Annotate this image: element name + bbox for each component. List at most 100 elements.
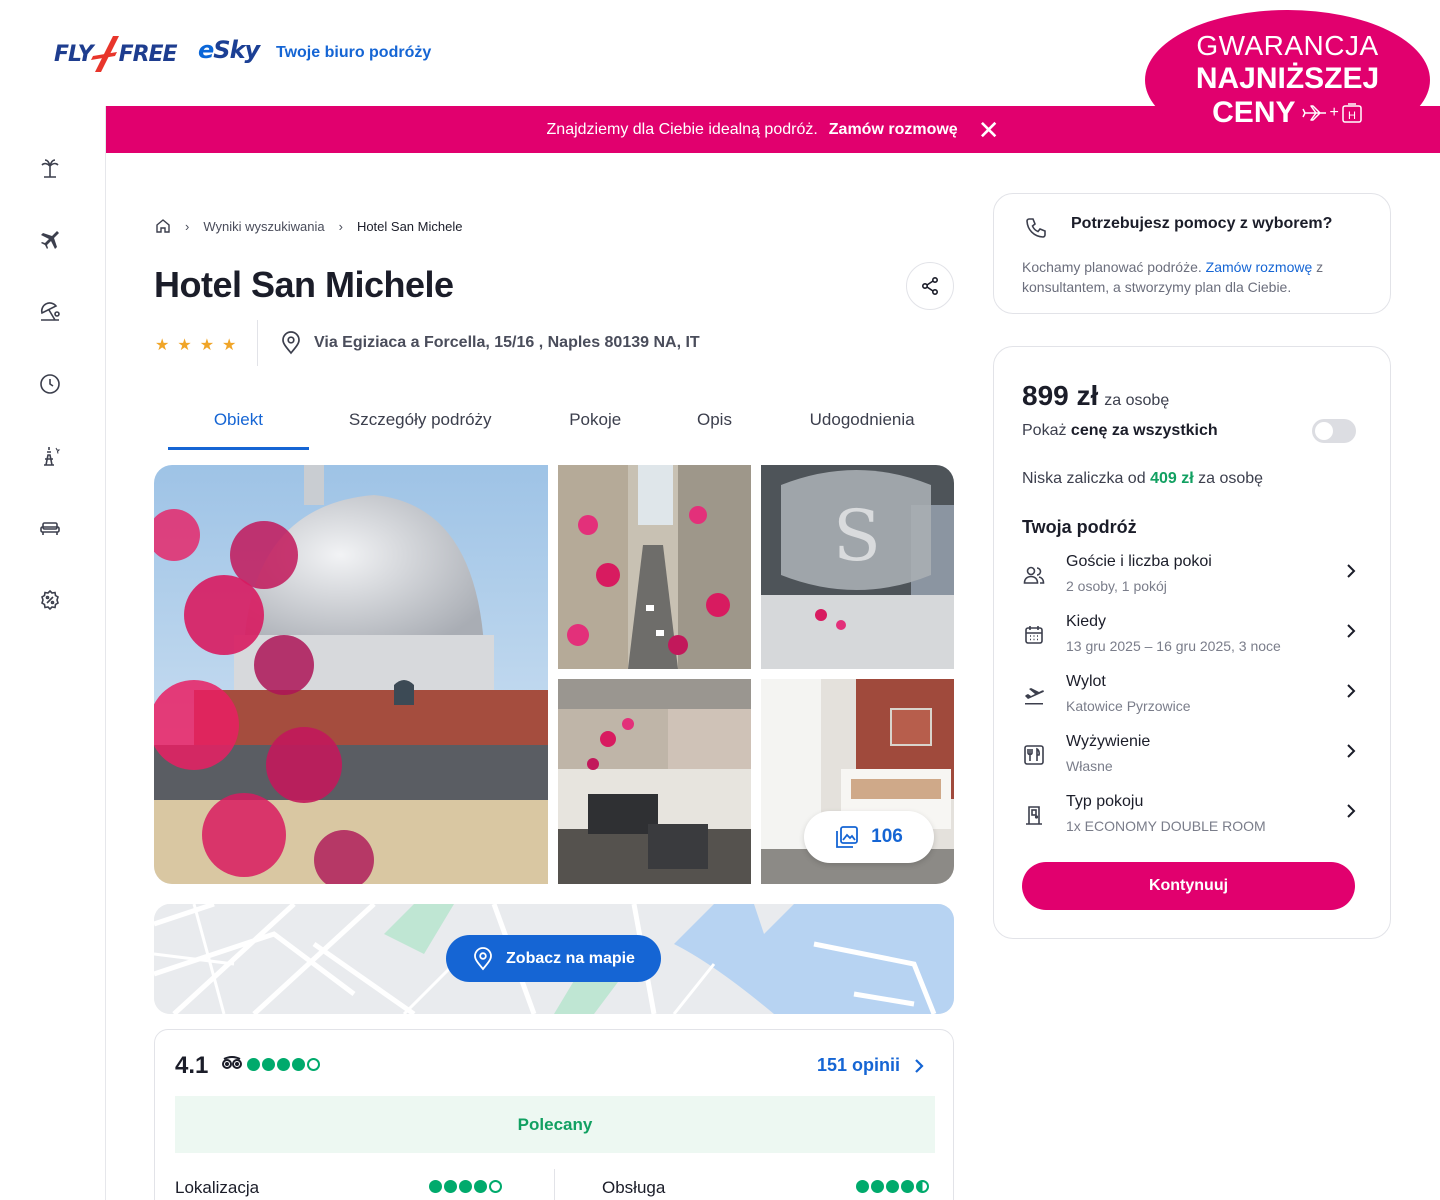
breadcrumb-separator: › — [185, 218, 190, 234]
rating-bubble — [474, 1180, 487, 1193]
deposit-suffix: za osobę — [1198, 470, 1264, 487]
trip-row-label: Goście i liczba pokoi — [1066, 553, 1212, 570]
rating-bubble — [444, 1180, 457, 1193]
hotel-photo-street[interactable] — [558, 465, 751, 669]
star-icon: ★ — [177, 337, 192, 354]
tripadvisor-icon — [222, 1056, 242, 1069]
eiffel-tower-icon[interactable] — [38, 444, 62, 468]
rating-bubble — [459, 1180, 472, 1193]
price-for-all-toggle[interactable] — [1312, 419, 1356, 443]
rating-bubble — [292, 1058, 305, 1071]
guarantee-line-2: NAJNIŻSZEJ — [1195, 62, 1380, 95]
deposit-prefix: Niska zaliczka od — [1022, 470, 1146, 487]
chevron-right-icon — [1347, 624, 1356, 638]
banner-text: Znajdziemy dla Ciebie idealną podróż. — [546, 120, 818, 138]
hotel-photo-main[interactable] — [154, 465, 548, 884]
guests-icon — [1022, 563, 1046, 587]
recommended-badge: Polecany — [175, 1096, 935, 1153]
esky-logo-rest: Sky — [213, 36, 260, 64]
hotel-photo-terrace-logo[interactable]: S — [761, 465, 954, 669]
breadcrumb-separator: › — [338, 218, 343, 234]
palm-tree-icon[interactable] — [38, 156, 62, 180]
svg-text:S: S — [833, 495, 881, 577]
plane-icon[interactable] — [38, 228, 62, 252]
continue-button[interactable]: Kontynuuj — [1022, 862, 1355, 910]
hotel-outline-icon: H — [1342, 103, 1362, 123]
banner-order-call-link[interactable]: Zamów rozmowę — [829, 121, 958, 139]
trip-row-dates[interactable]: Kiedy 13 gru 2025 – 16 gru 2025, 3 noce — [1022, 613, 1362, 663]
sofa-icon[interactable] — [38, 516, 62, 540]
rating-bubble — [247, 1058, 260, 1071]
help-title: Potrzebujesz pomocy z wyborem? — [1071, 215, 1333, 232]
flyfree-logo[interactable]: FLY FREE — [54, 34, 178, 74]
trip-row-room-type[interactable]: Typ pokoju 1x ECONOMY DOUBLE ROOM — [1022, 793, 1362, 843]
page-title: Hotel San Michele — [154, 264, 454, 305]
trip-row-label: Typ pokoju — [1066, 793, 1144, 810]
chevron-right-icon — [1347, 564, 1356, 578]
trip-row-label: Wylot — [1066, 673, 1106, 690]
trip-row-departure[interactable]: Wylot Katowice Pyrzowice — [1022, 673, 1362, 723]
rating-bubble — [277, 1058, 290, 1071]
rating-bubble — [489, 1180, 502, 1193]
tab-pokoje[interactable]: Pokoje — [532, 390, 659, 450]
rating-bubble — [429, 1180, 442, 1193]
reviews-count-link[interactable]: 151 opinii — [817, 1055, 924, 1076]
rating-bubbles — [247, 1058, 320, 1071]
reviews-count: 151 opinii — [817, 1055, 901, 1075]
map-preview[interactable]: Zobacz na mapie — [154, 904, 954, 1014]
trip-row-value: 1x ECONOMY DOUBLE ROOM — [1066, 818, 1266, 834]
rating-bubble — [262, 1058, 275, 1071]
hotel-address: Via Egiziaca a Forcella, 15/16 , Naples … — [280, 331, 700, 355]
clock-icon[interactable] — [38, 372, 62, 396]
help-order-call-link[interactable]: Zamów rozmowę — [1206, 259, 1313, 275]
home-icon[interactable] — [155, 218, 171, 234]
breadcrumb-item-results[interactable]: Wyniki wyszukiwania — [203, 219, 324, 234]
help-card: Potrzebujesz pomocy z wyborem? Kochamy p… — [993, 193, 1391, 314]
breadcrumb: › Wyniki wyszukiwania › Hotel San Michel… — [155, 218, 462, 234]
flyfree-logo-mark-icon — [90, 36, 119, 72]
breadcrumb-item-current: Hotel San Michele — [356, 218, 463, 234]
rating-bubble — [916, 1180, 929, 1193]
share-icon — [921, 276, 939, 296]
discount-icon[interactable] — [38, 588, 62, 612]
calendar-icon — [1022, 623, 1046, 647]
banner-close-icon[interactable]: ✕ — [978, 117, 1000, 143]
left-sidebar — [0, 106, 106, 1200]
show-on-map-button[interactable]: Zobacz na mapie — [446, 935, 661, 982]
rating-bubble — [871, 1180, 884, 1193]
location-pin-icon — [474, 946, 492, 970]
star-icon: ★ — [155, 337, 170, 354]
beach-icon[interactable] — [38, 300, 62, 324]
trip-row-meals[interactable]: Wyżywienie Własne — [1022, 733, 1362, 783]
aspect-bubbles-location — [429, 1180, 502, 1193]
rating-bubble — [901, 1180, 914, 1193]
rating-bubble — [307, 1058, 320, 1071]
tab-udogodnienia[interactable]: Udogodnienia — [770, 390, 954, 450]
help-text: Kochamy planować podróże. Zamów rozmowę … — [1022, 257, 1362, 297]
hotel-photo-balcony[interactable] — [558, 679, 751, 884]
photos-icon — [836, 826, 859, 848]
tab-opis[interactable]: Opis — [659, 390, 770, 450]
trip-row-label: Wyżywienie — [1066, 733, 1151, 750]
deposit-info: Niska zaliczka od 409 zł za osobę — [1022, 470, 1263, 488]
chevron-right-icon — [915, 1058, 924, 1073]
share-button[interactable] — [906, 262, 954, 310]
rating-bubble — [856, 1180, 869, 1193]
phone-icon — [1026, 218, 1046, 238]
esky-logo[interactable]: eSky — [198, 36, 260, 64]
plane-outline-icon — [1301, 105, 1326, 121]
guarantee-line-1: GWARANCJA — [1196, 30, 1379, 61]
hotel-letter: H — [1348, 110, 1356, 122]
lowest-price-guarantee-badge[interactable]: GWARANCJA NAJNIŻSZEJ CENY + H — [1145, 10, 1430, 150]
trip-row-guests[interactable]: Goście i liczba pokoi 2 osoby, 1 pokój — [1022, 553, 1362, 603]
aspect-bubbles-service — [856, 1180, 929, 1193]
chevron-right-icon — [1347, 744, 1356, 758]
help-text-before: Kochamy planować podróże. — [1022, 259, 1202, 275]
tab-szczegoly-podrozy[interactable]: Szczegóły podróży — [309, 390, 532, 450]
departure-icon — [1022, 683, 1046, 707]
gallery-count-button[interactable]: 106 — [804, 811, 934, 863]
price-toggle-prefix: Pokaż — [1022, 422, 1067, 439]
deposit-amount: 409 zł — [1150, 470, 1194, 487]
tab-obiekt[interactable]: Obiekt — [168, 390, 309, 450]
star-icon: ★ — [222, 337, 237, 354]
